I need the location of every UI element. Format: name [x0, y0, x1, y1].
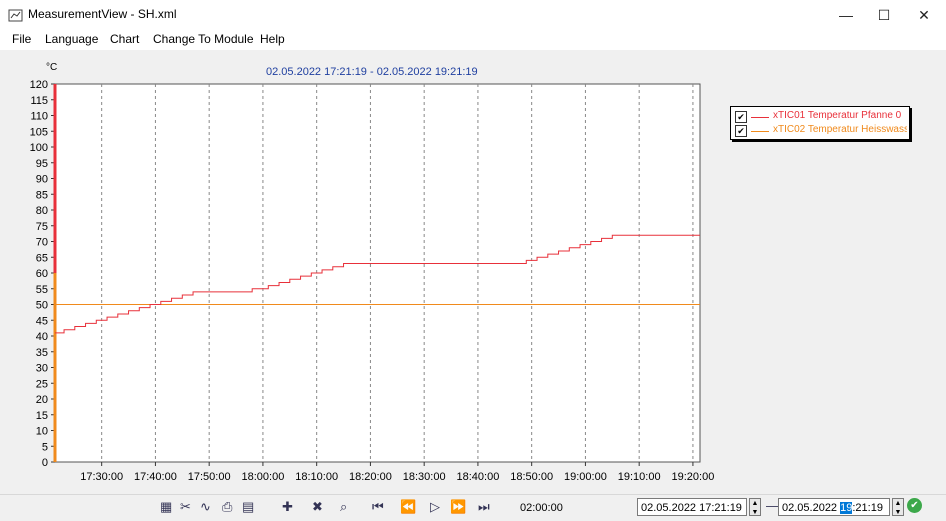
plot-background [54, 83, 701, 463]
menu-help[interactable]: Help [260, 32, 285, 46]
export-icon[interactable]: ▤ [242, 499, 254, 515]
x-tick-label: 19:20:00 [672, 471, 715, 483]
legend-checkbox-xtic01[interactable]: ✔ [735, 111, 747, 123]
bottom-toolbar: ▦ ✂ ∿ ⎙ ▤ ✚ ✖ ⌕ ⏮ ⏪ ▷ ⏩ ⏭ 02:00:00 02.05… [0, 494, 946, 521]
y-tick-label: 50 [36, 300, 48, 312]
y-tick-label: 35 [36, 347, 48, 359]
y-tick-label: 95 [36, 158, 48, 170]
legend-swatch-xtic01 [751, 117, 769, 118]
y-tick-label: 25 [36, 378, 48, 390]
legend-swatch-xtic02 [751, 131, 769, 132]
x-tick-label: 19:10:00 [618, 471, 661, 483]
start-spinner[interactable]: ▲ ▼ [749, 498, 761, 516]
y-tick-label: 105 [30, 126, 48, 138]
x-tick-label: 18:00:00 [242, 471, 285, 483]
rewind-icon[interactable]: ⏪ [400, 499, 416, 515]
forward-icon[interactable]: ⏩ [450, 499, 466, 515]
end-hour-selected: 19 [840, 502, 853, 514]
end-datetime-field[interactable]: 02.05.2022 19:21:19 [778, 498, 890, 516]
x-tick-label: 19:00:00 [564, 471, 607, 483]
menu-language[interactable]: Language [45, 32, 98, 46]
y-tick-label: 115 [30, 95, 48, 107]
print-icon[interactable]: ⎙ [222, 499, 232, 515]
y-tick-label: 100 [30, 142, 48, 154]
menu-bar: File Language Chart Change To Module Hel… [0, 30, 946, 50]
x-tick-label: 17:50:00 [188, 471, 231, 483]
y-tick-label: 120 [30, 79, 48, 91]
y-tick-label: 75 [36, 221, 48, 233]
chart-legend: ✔ xTIC01 Temperatur Pfanne 0 ✔ xTIC02 Te… [730, 106, 910, 140]
legend-label-xtic02: xTIC02 Temperatur Heisswassertank [773, 124, 907, 135]
add-series-icon[interactable]: ✚ [282, 499, 293, 515]
app-icon [8, 9, 23, 22]
y-tick-label: 65 [36, 252, 48, 264]
menu-chart[interactable]: Chart [110, 32, 139, 46]
start-datetime-field[interactable]: 02.05.2022 17:21:19 [637, 498, 747, 516]
x-tick-label: 18:40:00 [457, 471, 500, 483]
y-tick-label: 60 [36, 268, 48, 280]
title-bar: MeasurementView - SH.xml — ☐ ✕ [0, 0, 946, 30]
interval-select[interactable]: 02:00:00 [516, 498, 628, 516]
menu-file[interactable]: File [12, 32, 31, 46]
y-tick-label: 20 [36, 394, 48, 406]
x-tick-label: 18:50:00 [510, 471, 553, 483]
y-tick-label: 110 [30, 111, 48, 123]
window-title: MeasurementView - SH.xml [28, 7, 177, 21]
x-tick-label: 18:30:00 [403, 471, 446, 483]
y-tick-label: 45 [36, 315, 48, 327]
remove-series-icon[interactable]: ✖ [312, 499, 323, 515]
x-tick-label: 18:10:00 [295, 471, 338, 483]
play-icon[interactable]: ▷ [430, 499, 440, 515]
end-spinner[interactable]: ▲ ▼ [892, 498, 904, 516]
chart-settings-icon[interactable]: ▦ [160, 499, 172, 515]
close-button[interactable]: ✕ [904, 0, 944, 30]
y-tick-label: 15 [36, 410, 48, 422]
y-tick-label: 5 [42, 441, 48, 453]
y-tick-label: 0 [42, 457, 48, 469]
first-icon[interactable]: ⏮ [372, 499, 384, 515]
y-tick-label: 10 [36, 426, 48, 438]
scissors-icon[interactable]: ✂ [180, 499, 191, 515]
x-tick-label: 18:20:00 [349, 471, 392, 483]
menu-change-to-module[interactable]: Change To Module [153, 32, 254, 46]
end-time-part: :21:19 [852, 502, 883, 514]
y-tick-label: 70 [36, 237, 48, 249]
maximize-button[interactable]: ☐ [864, 0, 904, 30]
wave-icon[interactable]: ∿ [200, 499, 211, 515]
x-tick-label: 17:30:00 [80, 471, 123, 483]
minimize-button[interactable]: — [826, 0, 866, 30]
y-tick-label: 55 [36, 284, 48, 296]
end-date-part: 02.05.2022 [782, 502, 841, 514]
y-tick-label: 90 [36, 174, 48, 186]
y-tick-label: 85 [36, 189, 48, 201]
last-icon[interactable]: ⏭ [478, 499, 490, 515]
legend-checkbox-xtic02[interactable]: ✔ [735, 125, 747, 137]
y-tick-label: 30 [36, 363, 48, 375]
y-tick-label: 80 [36, 205, 48, 217]
zoom-icon[interactable]: ⌕ [340, 499, 347, 515]
x-tick-label: 17:40:00 [134, 471, 177, 483]
y-tick-label: 40 [36, 331, 48, 343]
apply-check-icon[interactable]: ✔ [907, 498, 922, 513]
legend-label-xtic01: xTIC01 Temperatur Pfanne 0 [773, 110, 902, 121]
